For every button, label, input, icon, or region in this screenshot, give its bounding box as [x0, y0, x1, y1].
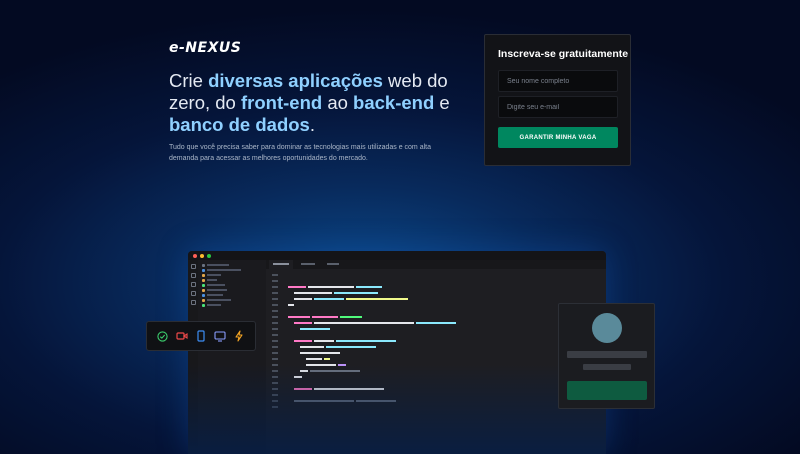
signup-title: Inscreva-se gratuitamente	[498, 48, 629, 60]
editor-explorer	[198, 260, 266, 454]
lightning-icon[interactable]	[232, 329, 246, 343]
search-icon	[190, 273, 196, 278]
signup-form: Inscreva-se gratuitamente GARANTIR MINHA…	[484, 34, 631, 166]
device-toolbar	[146, 321, 256, 351]
debug-icon	[190, 291, 196, 296]
skeleton-button	[567, 381, 647, 400]
monitor-icon[interactable]	[213, 329, 227, 343]
email-field[interactable]	[498, 96, 618, 118]
video-icon[interactable]	[175, 329, 189, 343]
code-editor-illustration	[188, 251, 606, 454]
editor-tab	[323, 260, 343, 269]
name-field[interactable]	[498, 70, 618, 92]
editor-tab	[269, 260, 293, 269]
profile-card-illustration	[558, 303, 655, 409]
explorer-row	[202, 303, 262, 308]
hero-subtext: Tudo que você precisa saber para dominar…	[169, 144, 431, 162]
maximize-dot	[207, 253, 211, 258]
extensions-icon	[190, 300, 196, 305]
close-dot	[193, 253, 197, 258]
submit-button[interactable]: GARANTIR MINHA VAGA	[498, 127, 618, 148]
editor-tabs	[266, 260, 606, 269]
editor-tab	[297, 260, 319, 269]
git-icon	[190, 282, 196, 287]
skeleton-line	[567, 351, 647, 358]
editor-titlebar	[188, 251, 606, 260]
editor-activity-bar	[188, 260, 198, 454]
avatar	[592, 313, 622, 343]
skeleton-line	[583, 364, 631, 370]
editor-code	[266, 269, 606, 454]
phone-icon[interactable]	[194, 329, 208, 343]
code-lines-illustration	[272, 274, 456, 408]
brand-logo[interactable]: e-NEXUS	[169, 40, 241, 56]
hero-headline: Crie diversas aplicações web do zero, do…	[169, 70, 450, 135]
check-circle-icon[interactable]	[156, 329, 170, 343]
files-icon	[190, 264, 196, 269]
minimize-dot	[200, 253, 204, 258]
